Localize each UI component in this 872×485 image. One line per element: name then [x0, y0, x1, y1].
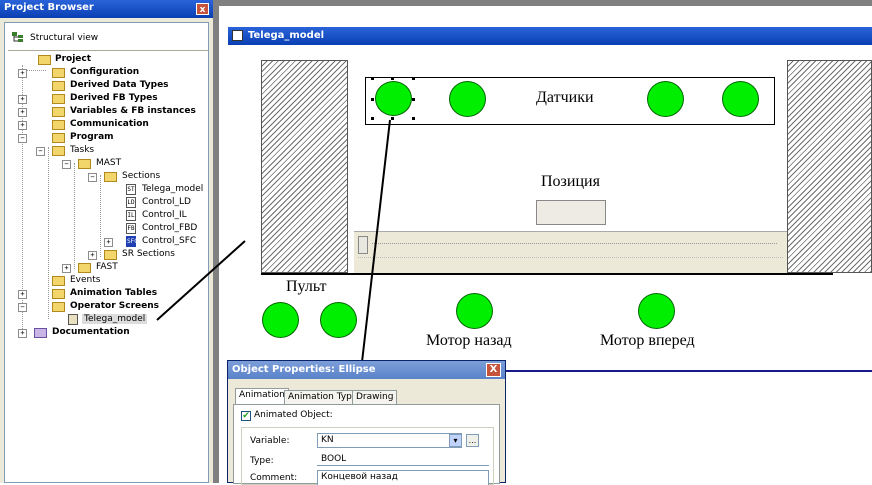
browse-button[interactable]: ... [466, 434, 479, 447]
animated-object-checkbox[interactable]: ✔ [241, 411, 251, 421]
object-properties-dialog: Object Properties: Ellipse X Animation A… [227, 360, 506, 485]
chevron-down-icon[interactable]: ▾ [449, 434, 462, 447]
tab-animation[interactable]: Animation [235, 388, 289, 405]
dialog-title: Object Properties: Ellipse [232, 364, 376, 375]
dialog-titlebar[interactable]: Object Properties: Ellipse X [228, 361, 505, 379]
animated-object-label: Animated Object: [254, 410, 333, 420]
annotation-line [361, 119, 391, 363]
type-value: BOOL [321, 454, 347, 464]
tab-animation-type[interactable]: Animation Type [284, 390, 362, 404]
type-label: Type: [250, 456, 274, 466]
variable-label: Variable: [250, 436, 290, 446]
variable-group: Variable: KN ▾ ... Type: BOOL Comment: К… [241, 427, 494, 485]
annotation-line [156, 240, 246, 321]
animation-tab-page: ✔ Animated Object: Variable: KN ▾ ... Ty… [233, 404, 500, 485]
tab-drawing[interactable]: Drawing [352, 390, 398, 404]
variable-field[interactable]: KN [317, 433, 462, 448]
comment-label: Comment: [250, 473, 298, 483]
close-icon[interactable]: X [486, 363, 501, 377]
